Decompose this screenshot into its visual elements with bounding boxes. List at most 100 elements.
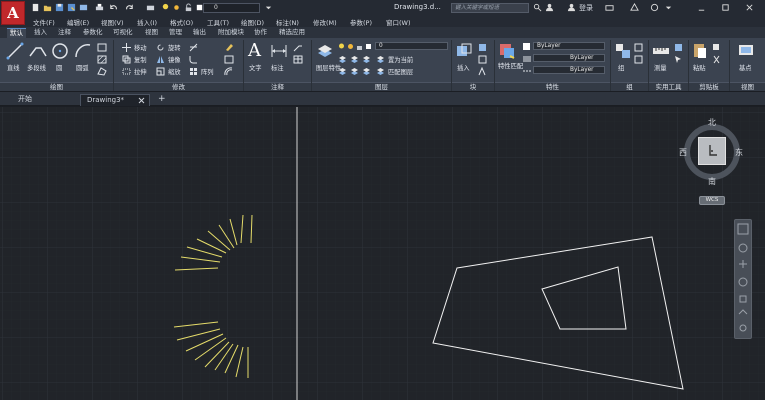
quick-select-icon[interactable] [674,55,683,64]
fillet-icon[interactable] [189,55,198,64]
clipboard-panel-title[interactable]: 剪贴板 [689,82,729,91]
new-file-icon[interactable] [31,3,40,12]
viewcube-west[interactable]: 西 [679,147,687,158]
layers-panel-title[interactable]: 图层 [312,82,451,91]
layer-freeze-icon[interactable] [362,55,371,64]
tab-view[interactable]: 视图 [142,28,161,38]
arc-icon[interactable] [74,42,92,60]
base-view-label[interactable]: 基点 [739,63,752,72]
scale-label[interactable]: 缩放 [168,67,181,76]
tab-collaborate[interactable]: 协作 [251,28,270,38]
menu-modify[interactable]: 修改(M) [313,17,337,27]
group-label[interactable]: 组 [618,63,624,72]
line-icon[interactable] [6,42,24,60]
array-icon[interactable] [189,67,198,76]
viewcube-east[interactable]: 东 [735,147,743,158]
set-current-label[interactable]: 置为当前 [388,55,413,64]
plot-icon[interactable] [146,3,155,12]
dimension-label[interactable]: 标注 [271,63,284,72]
undo-icon[interactable] [109,3,118,12]
quick-layer-dropdown[interactable]: 0 [203,3,260,13]
layer-properties-icon[interactable] [316,42,334,60]
menu-view[interactable]: 视图(V) [101,17,124,27]
menu-dimension[interactable]: 标注(N) [276,17,299,27]
offset-icon[interactable] [224,67,234,76]
tab-annotate[interactable]: 注释 [55,28,74,38]
layer-walk-icon[interactable] [362,67,371,76]
cut-icon[interactable] [712,55,721,64]
ucs-dropdown[interactable]: WCS [699,196,725,205]
viewcube-north[interactable]: 北 [708,117,716,128]
search-input[interactable]: 键入关键字或短语 [451,3,529,13]
menu-file[interactable]: 文件(F) [33,17,55,27]
tab-default[interactable]: 默认 [7,28,26,38]
block-panel-title[interactable]: 块 [452,82,494,91]
maximize-icon[interactable] [721,3,730,12]
circle-icon[interactable] [51,42,69,60]
stretch-label[interactable]: 拉伸 [134,67,147,76]
connect-icon[interactable] [630,3,639,12]
layer-color-swatch-icon[interactable] [365,43,372,50]
app-logo[interactable]: A [1,1,25,25]
rectangle-icon[interactable] [97,43,107,52]
help-icon[interactable] [650,3,659,12]
match-properties-icon[interactable] [498,42,516,60]
annotation-panel-title[interactable]: 注释 [244,82,311,91]
linetype-dropdown[interactable]: ByLayer [533,66,605,74]
rotate-icon[interactable] [156,43,165,52]
layer-dropdown[interactable]: 0 [375,42,448,50]
menu-edit[interactable]: 编辑(E) [67,17,89,27]
mirror-icon[interactable] [156,55,165,64]
table-icon[interactable] [293,55,303,64]
dimension-icon[interactable] [270,42,288,60]
mirror-label[interactable]: 镜像 [168,55,181,64]
rotate-label[interactable]: 旋转 [168,43,181,52]
leader-icon[interactable] [293,43,303,52]
copy-label[interactable]: 复制 [134,55,147,64]
array-label[interactable]: 阵列 [201,67,214,76]
layer-lock-icon[interactable] [184,3,193,12]
open-file-icon[interactable] [43,3,52,12]
viewcube-face[interactable] [698,137,726,165]
help-dropdown-icon[interactable] [664,3,673,12]
text-label[interactable]: 文字 [249,63,262,72]
move-icon[interactable] [122,43,131,52]
group-edit-icon[interactable] [634,55,643,64]
match-layer-label[interactable]: 匹配图层 [388,67,413,76]
minimize-icon[interactable] [697,3,706,12]
move-label[interactable]: 移动 [134,43,147,52]
trim-icon[interactable] [189,43,198,52]
close-tab-icon[interactable] [138,97,145,104]
tab-addins[interactable]: 附加模块 [215,28,247,38]
polyline-icon[interactable] [28,42,48,60]
lineweight-dropdown[interactable]: ByLayer [533,54,605,62]
layer-on-icon[interactable] [338,43,345,50]
base-view-icon[interactable] [737,42,755,60]
paste-label[interactable]: 粘贴 [693,63,706,72]
redo-icon[interactable] [125,3,134,12]
cart-icon[interactable] [605,3,614,12]
start-tab[interactable]: 开始 [12,94,38,106]
create-block-icon[interactable] [478,43,487,52]
search-icon[interactable] [533,3,542,12]
menu-window[interactable]: 窗口(W) [386,17,411,27]
hatch-icon[interactable] [97,55,107,64]
layer-iso-icon[interactable] [338,55,347,64]
new-tab-button[interactable]: + [152,94,172,106]
close-icon[interactable] [745,3,754,12]
scale-icon[interactable] [156,67,165,76]
save-as-icon[interactable] [67,3,76,12]
drawing-canvas[interactable]: 北 南 东 西 WCS [0,107,765,400]
tab-manage[interactable]: 管理 [166,28,185,38]
tab-visualize[interactable]: 可视化 [110,28,136,38]
tab-featured-apps[interactable]: 精选应用 [276,28,308,38]
region-icon[interactable] [97,67,107,76]
canvas-svg[interactable] [0,107,765,400]
insert-block-icon[interactable] [455,42,473,60]
layer-lock-toggle-icon[interactable] [338,67,347,76]
measure-label[interactable]: 测量 [654,63,667,72]
match-properties-label[interactable]: 特性匹配 [498,63,523,70]
sign-in-icon[interactable] [545,3,554,12]
tab-insert[interactable]: 插入 [31,28,50,38]
ungroup-icon[interactable] [634,43,643,52]
